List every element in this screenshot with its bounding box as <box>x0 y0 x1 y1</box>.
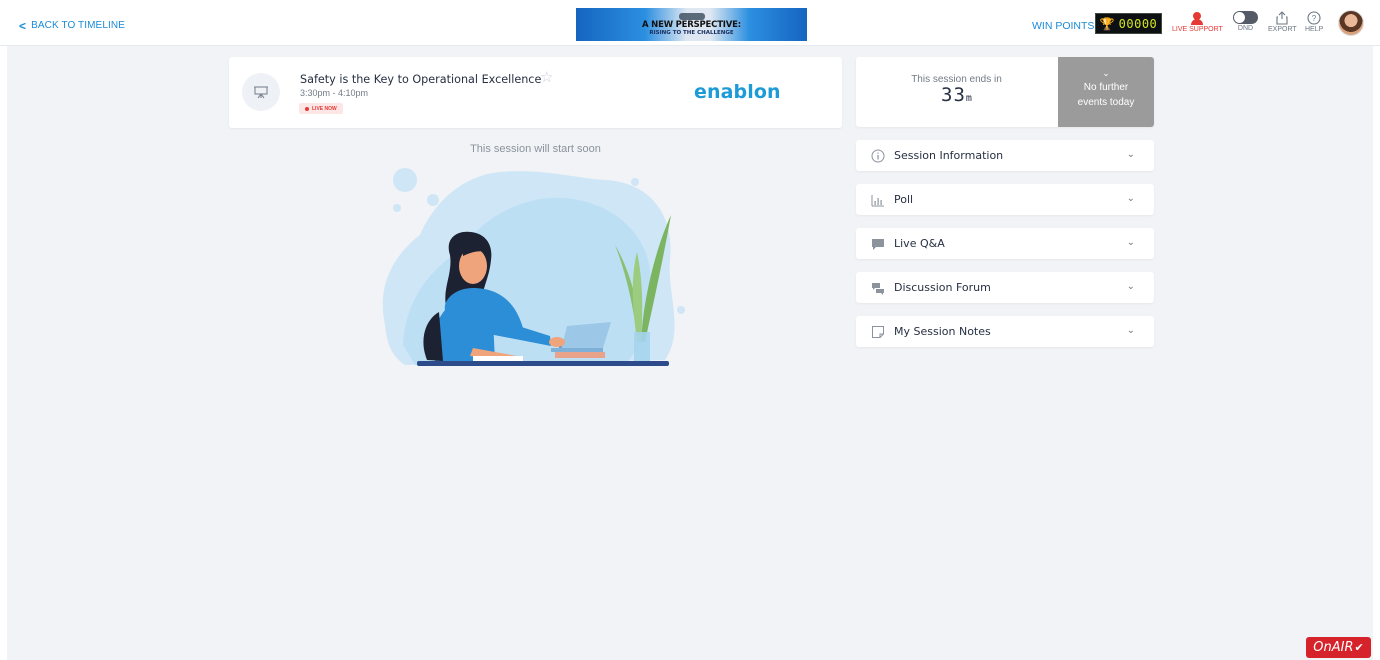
no-events-line-1: No further <box>1083 82 1129 93</box>
chevron-down-icon: ⌄ <box>1126 193 1135 204</box>
countdown-value: 33m <box>856 84 1057 106</box>
trophy-icon: 🏆 <box>1099 16 1115 31</box>
session-title: Safety is the Key to Operational Excelle… <box>300 73 542 86</box>
help-label: HELP <box>1305 26 1324 33</box>
accordion-live-qa[interactable]: Live Q&A ⌄ <box>856 228 1154 259</box>
user-avatar[interactable] <box>1338 10 1364 36</box>
forum-icon <box>872 283 884 295</box>
countdown-minutes: 33 <box>941 84 966 106</box>
help-icon: ? <box>1307 11 1321 25</box>
poll-icon <box>871 195 884 207</box>
banner-title: A NEW PERSPECTIVE: <box>642 19 741 30</box>
event-logo-icon <box>678 12 705 20</box>
export-label: EXPORT <box>1268 26 1297 33</box>
live-dot-icon <box>305 106 309 111</box>
live-support-button[interactable]: LIVE SUPPORT <box>1172 11 1223 33</box>
chevron-left-icon: < <box>19 18 27 33</box>
back-to-timeline-link[interactable]: < BACK TO TIMELINE <box>19 18 125 33</box>
favorite-star-icon[interactable]: ☆ <box>540 68 553 86</box>
waiting-illustration <box>382 168 685 366</box>
chevron-down-icon: ⌄ <box>1126 281 1135 292</box>
dnd-label: DND <box>1237 25 1254 32</box>
accordion-label: Live Q&A <box>894 237 945 250</box>
help-button[interactable]: ? HELP <box>1305 11 1323 33</box>
page-frame-right <box>1373 0 1380 660</box>
top-bar: < BACK TO TIMELINE A NEW PERSPECTIVE: RI… <box>0 0 1380 45</box>
accordion-discussion-forum[interactable]: Discussion Forum ⌄ <box>856 272 1154 303</box>
accordion-label: My Session Notes <box>894 325 991 338</box>
accordion-poll[interactable]: Poll ⌄ <box>856 184 1154 215</box>
session-countdown-card: This session ends in 33m ⌄ No further ev… <box>856 57 1154 127</box>
support-agent-icon <box>1189 11 1205 25</box>
accordion-my-session-notes[interactable]: My Session Notes ⌄ <box>856 316 1154 347</box>
info-icon <box>871 149 885 163</box>
chevron-down-icon: ⌄ <box>1126 149 1135 160</box>
dnd-toggle[interactable]: DND <box>1233 11 1258 32</box>
notes-icon <box>872 326 884 338</box>
session-time: 3:30pm - 4:10pm <box>300 88 369 98</box>
toggle-switch-icon <box>1233 11 1258 24</box>
presentation-board-icon <box>254 86 268 99</box>
accordion-label: Session Information <box>894 149 1004 162</box>
chat-bubble-icon <box>872 239 884 250</box>
chevron-down-icon: ⌄ <box>1102 68 1110 78</box>
banner-subtitle: RISING TO THE CHALLENGE <box>649 29 734 36</box>
page-frame-left <box>0 0 7 660</box>
accordion-label: Discussion Forum <box>894 281 991 294</box>
event-banner: A NEW PERSPECTIVE: RISING TO THE CHALLEN… <box>576 8 807 41</box>
onair-label: OnAIR <box>1313 640 1354 655</box>
next-events-panel[interactable]: ⌄ No further events today <box>1058 57 1154 127</box>
live-now-badge: LIVE NOW <box>299 103 343 114</box>
sponsor-logo: enablon <box>694 81 781 103</box>
session-start-message: This session will start soon <box>470 143 601 155</box>
live-support-label: LIVE SUPPORT <box>1172 26 1223 33</box>
checkmark-icon: ✔ <box>1354 641 1364 654</box>
session-card: Safety is the Key to Operational Excelle… <box>229 57 842 128</box>
chevron-down-icon: ⌄ <box>1126 237 1135 248</box>
live-badge-label: LIVE NOW <box>312 105 337 112</box>
export-icon <box>1276 11 1288 25</box>
win-points-value: 00000 <box>1118 16 1158 31</box>
win-points-counter[interactable]: 🏆 00000 <box>1095 13 1162 34</box>
export-button[interactable]: EXPORT <box>1268 11 1297 33</box>
back-link-label: BACK TO TIMELINE <box>31 20 125 31</box>
accordion-label: Poll <box>894 193 914 206</box>
onair-logo: OnAIR ✔ <box>1306 637 1371 658</box>
no-events-line-2: events today <box>1077 97 1135 108</box>
accordion-session-information[interactable]: Session Information ⌄ <box>856 140 1154 171</box>
chevron-down-icon: ⌄ <box>1126 325 1135 336</box>
session-type-badge <box>242 73 280 111</box>
svg-text:?: ? <box>1312 14 1317 23</box>
countdown-unit: m <box>965 93 972 104</box>
win-points-label: WIN POINTS <box>1032 20 1095 32</box>
